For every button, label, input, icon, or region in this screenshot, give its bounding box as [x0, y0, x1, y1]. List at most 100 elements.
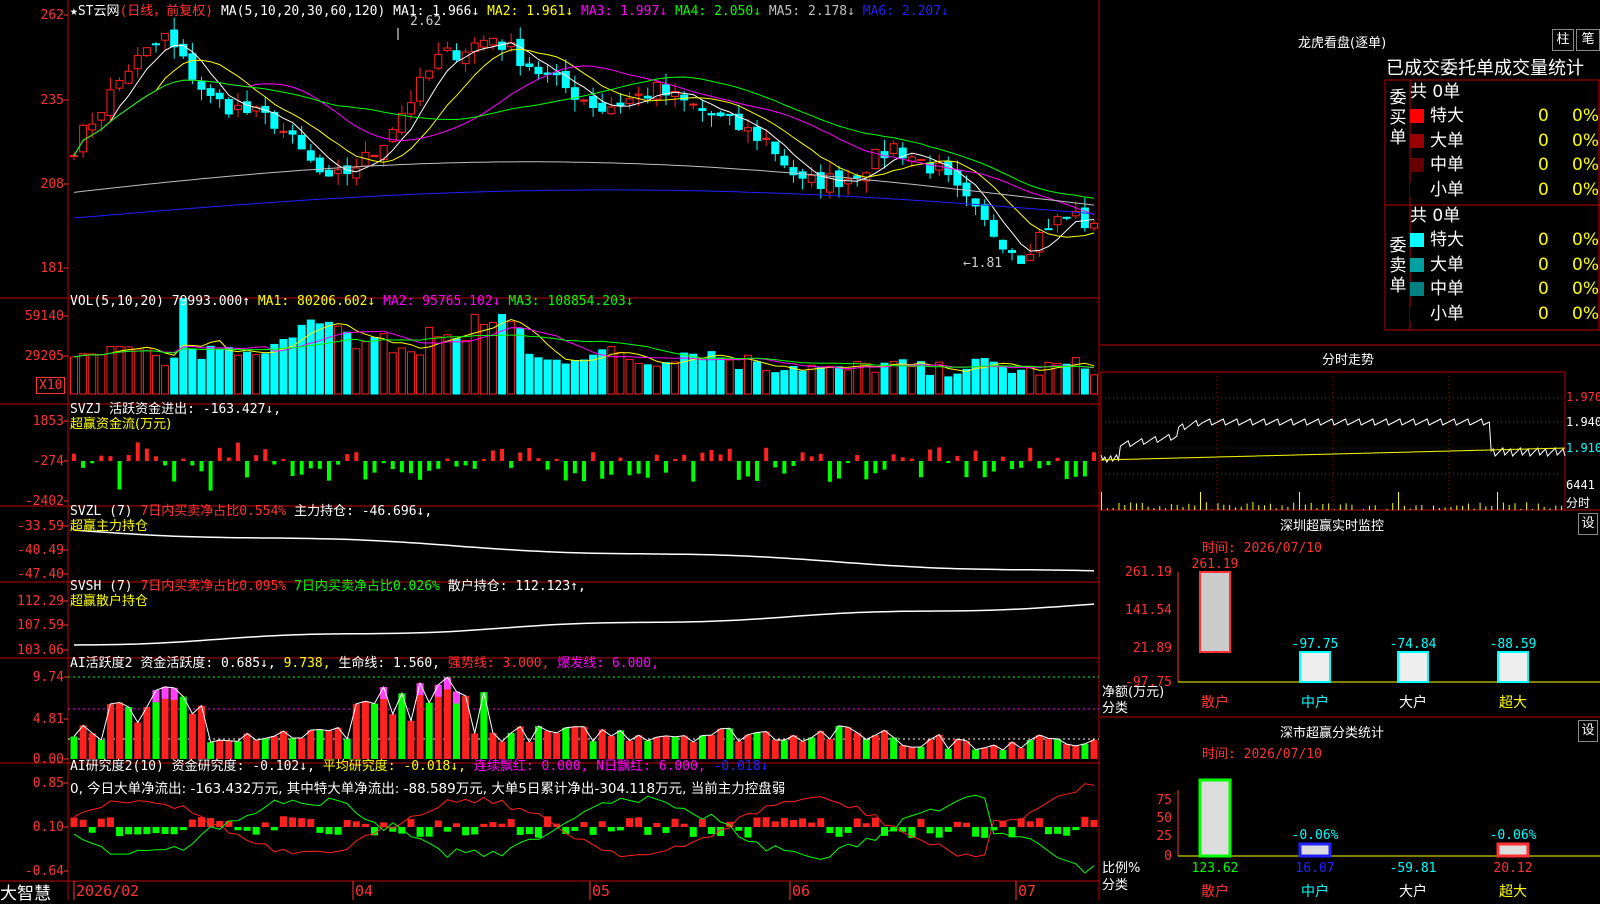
vol-unit-badge: X10 — [36, 377, 65, 394]
svzj-bar — [755, 461, 759, 481]
volume-bar — [134, 349, 141, 394]
volume-bar — [471, 314, 478, 394]
buy-label: 特大 — [1430, 106, 1464, 126]
ai-research-bar — [225, 821, 232, 827]
intraday-vol-bar — [1497, 492, 1498, 510]
sz-monitor-settings-button[interactable]: 设 — [1578, 513, 1598, 535]
ai-active-bar — [1081, 744, 1088, 759]
candle-body — [198, 82, 205, 90]
svzj-bar — [172, 461, 176, 482]
ai-active-bar — [772, 740, 779, 759]
ai-research-bar — [89, 827, 96, 833]
intraday-vol-bar — [1247, 504, 1248, 510]
buy-total: 共 0单 — [1410, 80, 1460, 104]
volume-bar — [954, 374, 961, 394]
svzj-sub: 超赢资金流(万元) — [70, 413, 171, 432]
x-axis-label: 07 — [1018, 882, 1036, 900]
volume-bar — [1063, 364, 1070, 394]
buy-percent: 0% — [1572, 153, 1599, 177]
ai-research-bar — [289, 817, 296, 827]
intraday-vol-bar — [1404, 506, 1405, 510]
buy-swatch — [1410, 183, 1424, 197]
sz-class-settings-button[interactable]: 设 — [1578, 720, 1598, 742]
svsh-text: 散户持仓: 112.123↑, — [448, 579, 586, 594]
candle-body — [626, 99, 633, 104]
volume-bar — [444, 335, 451, 394]
candle-body — [189, 54, 196, 79]
sz-class-bar — [1300, 844, 1330, 856]
volume-bar — [662, 363, 669, 394]
svzj-bar — [291, 461, 295, 476]
svzj-bar — [354, 452, 358, 461]
volume-bar — [672, 362, 679, 394]
svzj-bar — [1074, 461, 1078, 477]
svzj-bar — [992, 461, 996, 472]
ai-research-bar — [662, 827, 669, 833]
ma-item-2: MA3: 1.997↓ — [581, 4, 675, 19]
svzj-bar — [791, 461, 795, 466]
svzj-bar — [1065, 461, 1069, 479]
ai-research-bar — [1063, 827, 1070, 836]
svzj-bar — [682, 455, 686, 461]
svzj-bar — [691, 461, 695, 482]
buy-row: 中单 — [1410, 153, 1464, 177]
svzj-bar — [983, 461, 987, 477]
ai-research-bar — [854, 818, 861, 827]
candle-body — [225, 99, 232, 113]
sz-class-value: -59.81 — [1390, 861, 1437, 876]
ai-active-bar — [80, 725, 87, 759]
ai-active-bar — [189, 714, 196, 759]
volume-bar — [362, 342, 369, 394]
candle-body — [353, 168, 360, 178]
ai-research-bar — [826, 827, 833, 833]
ai-active-bar — [1054, 739, 1061, 759]
volume-bar — [872, 372, 879, 394]
candle-body — [772, 142, 779, 154]
svzj-bar — [190, 461, 194, 465]
svzj-bar — [281, 459, 285, 461]
volume-bar — [571, 360, 578, 394]
intraday-vol-bar — [1101, 492, 1102, 510]
svzj-bar — [154, 456, 158, 461]
candle-body — [990, 220, 997, 236]
volume-bar — [152, 355, 159, 394]
ma-item-5: MA6: 2.207↓ — [863, 4, 949, 19]
intraday-vol-bar — [1392, 503, 1393, 510]
ai-active-legend: AI活跃度2 资金活跃度: 0.685↓, 9.738, 生命线: 1.560,… — [70, 652, 659, 671]
intraday-vol-bar — [1515, 503, 1516, 510]
intraday-vol-bar — [1142, 503, 1143, 510]
volume-bar — [417, 355, 424, 394]
ai-active-bar — [1036, 735, 1043, 759]
svzj-bar — [200, 461, 204, 471]
sz-class-ytick: 50 — [1156, 811, 1172, 826]
ai-research-bar — [125, 827, 132, 834]
ai-active-bar — [863, 739, 870, 759]
sz-class-category: 中户 — [1301, 883, 1329, 900]
lhb-tick-button[interactable]: 笔 — [1576, 29, 1600, 51]
candle-body — [435, 54, 442, 68]
candle-body — [143, 48, 150, 56]
svzj-bar — [1037, 461, 1041, 468]
lhb-bar-button[interactable]: 柱 — [1552, 29, 1574, 51]
volume-bar — [71, 357, 78, 394]
intraday-vol-bar — [1450, 507, 1451, 510]
ai-research-bar — [954, 822, 961, 827]
ai-research-bar — [462, 827, 469, 835]
y-tick-label: 262 — [41, 8, 64, 23]
ai-research-bar — [799, 818, 806, 827]
candle-body — [371, 156, 378, 157]
high-price-marker: 2.62 — [410, 14, 441, 29]
volume-bar — [262, 354, 269, 394]
volume-bar — [435, 337, 442, 394]
svzj-bar — [864, 461, 868, 479]
svzj-bar — [482, 459, 486, 461]
volume-bar — [635, 363, 642, 394]
svzj-bar — [819, 454, 823, 461]
sell-swatch — [1410, 282, 1424, 296]
svzj-bar — [591, 452, 595, 461]
intraday-vol-bar — [1287, 507, 1288, 510]
ai-research-bar — [80, 820, 87, 827]
svzj-bar — [801, 452, 805, 461]
vol-ma-item-1: MA2: 95765.102↓ — [383, 294, 508, 309]
candle-body — [553, 73, 560, 75]
